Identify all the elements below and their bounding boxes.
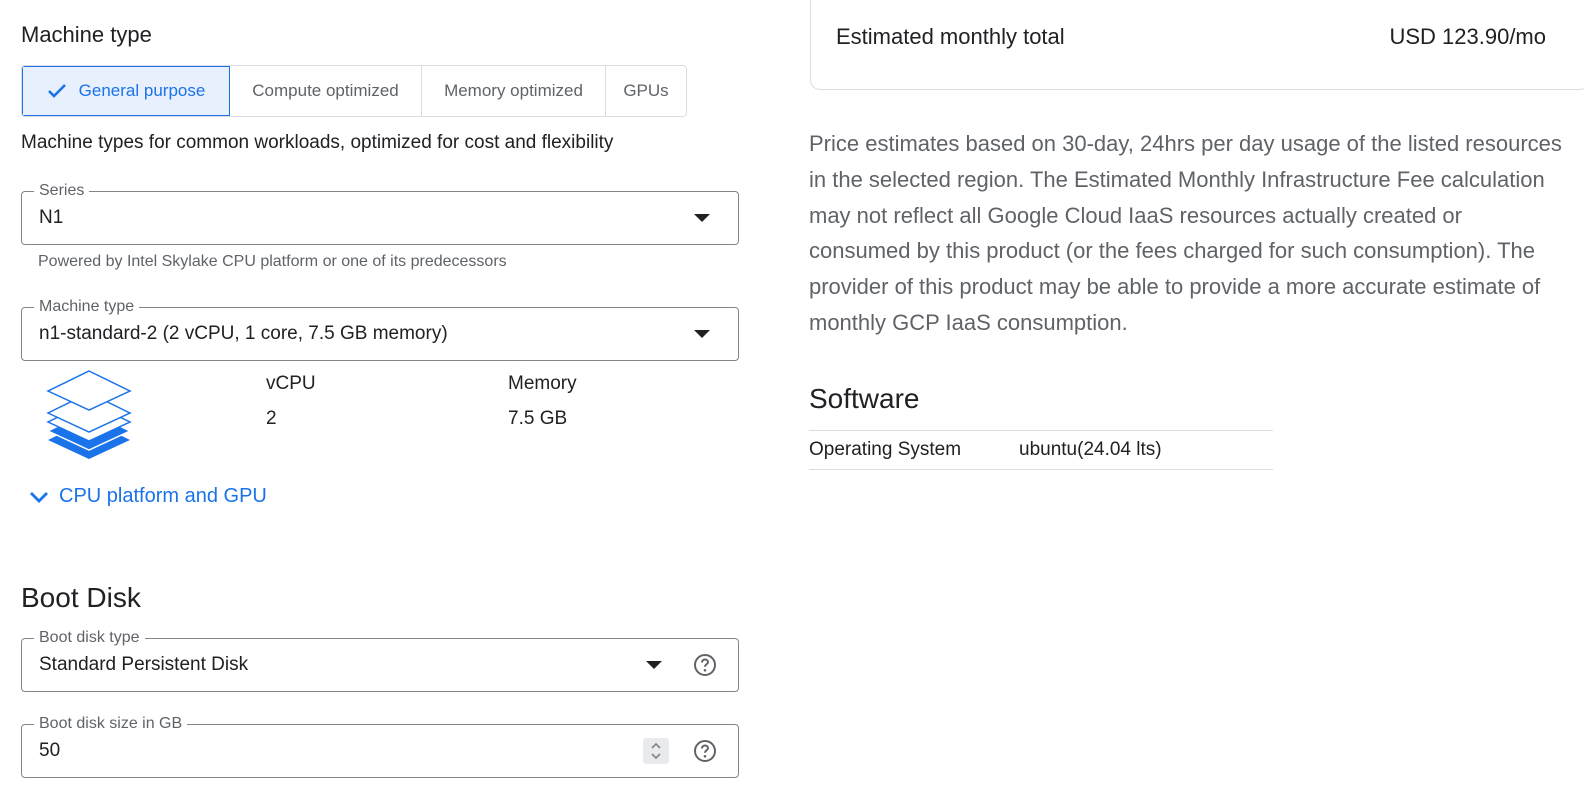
tab-label: General purpose: [78, 81, 206, 100]
boot-disk-size-value[interactable]: 50: [39, 740, 60, 762]
estimated-total-label: Estimated monthly total: [836, 24, 1065, 49]
expand-label: CPU platform and GPU: [59, 485, 267, 507]
check-icon: [47, 83, 67, 99]
tab-gpus[interactable]: GPUs: [606, 66, 686, 116]
machine-family-description: Machine types for common workloads, opti…: [21, 132, 614, 153]
software-row-value: ubuntu(24.04 lts): [1019, 439, 1162, 460]
software-row-key: Operating System: [809, 439, 962, 460]
boot-disk-size-field[interactable]: Boot disk size in GB 50: [21, 714, 739, 778]
tab-label: GPUs: [623, 81, 669, 100]
memory-value: 7.5 GB: [508, 408, 568, 429]
boot-disk-type-value: Standard Persistent Disk: [39, 654, 249, 675]
boot-disk-type-label: Boot disk type: [34, 628, 145, 648]
series-hint: Powered by Intel Skylake CPU platform or…: [38, 253, 507, 270]
dropdown-arrow-icon: [694, 330, 710, 338]
number-stepper[interactable]: [643, 738, 669, 764]
vcpu-value: 2: [266, 408, 277, 429]
software-row: Operating System ubuntu(24.04 lts): [809, 430, 1273, 470]
price-estimate-note: Price estimates based on 30-day, 24hrs p…: [809, 131, 1562, 335]
stacked-layers-icon: [44, 368, 134, 460]
memory-label: Memory: [508, 373, 577, 394]
help-icon[interactable]: [693, 739, 717, 763]
help-icon[interactable]: [693, 653, 717, 677]
tab-label: Memory optimized: [444, 81, 583, 100]
machine-type-value: n1-standard-2 (2 vCPU, 1 core, 7.5 GB me…: [39, 323, 448, 344]
tab-label: Compute optimized: [252, 81, 399, 100]
dropdown-arrow-icon: [646, 661, 662, 669]
machine-family-tabs: General purpose Compute optimized Memory…: [21, 65, 687, 117]
cpu-platform-expand[interactable]: CPU platform and GPU: [29, 485, 267, 508]
series-select[interactable]: Series N1: [21, 181, 739, 245]
boot-disk-size-label: Boot disk size in GB: [34, 714, 188, 734]
software-heading: Software: [809, 383, 920, 414]
tab-memory-optimized[interactable]: Memory optimized: [422, 66, 606, 116]
chevron-down-icon: [29, 490, 49, 504]
series-value: N1: [39, 207, 64, 228]
boot-disk-type-select[interactable]: Boot disk type Standard Persistent Disk: [21, 628, 739, 692]
tab-compute-optimized[interactable]: Compute optimized: [230, 66, 422, 116]
machine-type-label: Machine type: [34, 297, 140, 317]
estimated-total-value: USD 123.90/mo: [1389, 24, 1546, 49]
series-label: Series: [34, 181, 90, 201]
dropdown-arrow-icon: [694, 214, 710, 222]
vcpu-label: vCPU: [266, 373, 316, 394]
machine-type-select[interactable]: Machine type n1-standard-2 (2 vCPU, 1 co…: [21, 297, 739, 361]
tab-general-purpose[interactable]: General purpose: [22, 66, 230, 116]
machine-type-heading: Machine type: [21, 22, 152, 47]
boot-disk-heading: Boot Disk: [21, 582, 141, 613]
